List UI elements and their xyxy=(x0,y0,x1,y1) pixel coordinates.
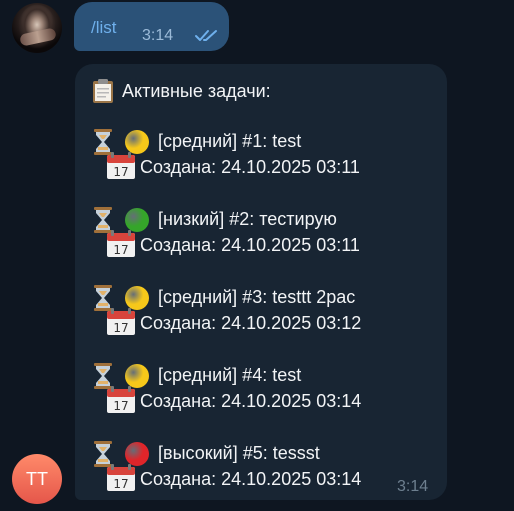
task-title: [высокий] #5: tessst xyxy=(158,443,320,463)
svg-text:17: 17 xyxy=(113,165,128,179)
incoming-message[interactable]: Активные задачи: [средний] #1: test 17 С… xyxy=(75,64,447,500)
task-title: [средний] #4: test xyxy=(158,365,302,385)
double-check-icon xyxy=(195,30,217,41)
avatar-initials: TT xyxy=(26,468,48,489)
priority-dot-icon xyxy=(125,364,149,388)
task-title: [средний] #1: test xyxy=(158,131,302,151)
task-item: [средний] #4: test 17 Создана: 24.10.202… xyxy=(92,358,432,413)
chat-view: /list 3:14 Активные задачи: [средний] #1… xyxy=(0,0,514,511)
svg-text:17: 17 xyxy=(113,477,128,491)
priority-dot-icon xyxy=(125,442,149,466)
outgoing-message[interactable]: /list 3:14 xyxy=(74,2,229,51)
user-avatar[interactable] xyxy=(12,3,62,53)
task-created: Создана: 24.10.2025 03:14 xyxy=(140,469,362,489)
calendar-icon: 17 xyxy=(107,230,135,257)
priority-dot-icon xyxy=(125,208,149,232)
task-item: [высокий] #5: tessst 17 Создана: 24.10.2… xyxy=(92,436,432,491)
svg-text:17: 17 xyxy=(113,243,128,257)
calendar-icon: 17 xyxy=(107,386,135,413)
priority-dot-icon xyxy=(125,130,149,154)
calendar-icon: 17 xyxy=(107,464,135,491)
svg-text:17: 17 xyxy=(113,399,128,413)
message-time: 3:14 xyxy=(142,27,174,44)
task-created: Создана: 24.10.2025 03:11 xyxy=(140,235,360,255)
task-title: [средний] #3: testtt 2рас xyxy=(158,287,356,307)
calendar-icon: 17 xyxy=(107,308,135,335)
task-created: Создана: 24.10.2025 03:14 xyxy=(140,391,362,411)
task-title: [низкий] #2: тестирую xyxy=(158,209,337,229)
message-header: Активные задачи: xyxy=(92,78,271,104)
clipboard-icon xyxy=(93,79,113,103)
svg-text:17: 17 xyxy=(113,321,128,335)
task-created: Создана: 24.10.2025 03:12 xyxy=(140,313,362,333)
header-text: Активные задачи: xyxy=(122,80,271,101)
task-item: [средний] #1: test 17 Создана: 24.10.202… xyxy=(92,124,432,179)
task-item: [низкий] #2: тестирую 17 Создана: 24.10.… xyxy=(92,202,432,257)
task-created: Создана: 24.10.2025 03:11 xyxy=(140,157,360,177)
message-time: 3:14 xyxy=(397,478,429,495)
task-item: [средний] #3: testtt 2рас 17 Создана: 24… xyxy=(92,280,432,335)
calendar-icon: 17 xyxy=(107,152,135,179)
bot-avatar[interactable]: TT xyxy=(12,454,62,504)
priority-dot-icon xyxy=(125,286,149,310)
command-link[interactable]: /list xyxy=(91,18,117,38)
